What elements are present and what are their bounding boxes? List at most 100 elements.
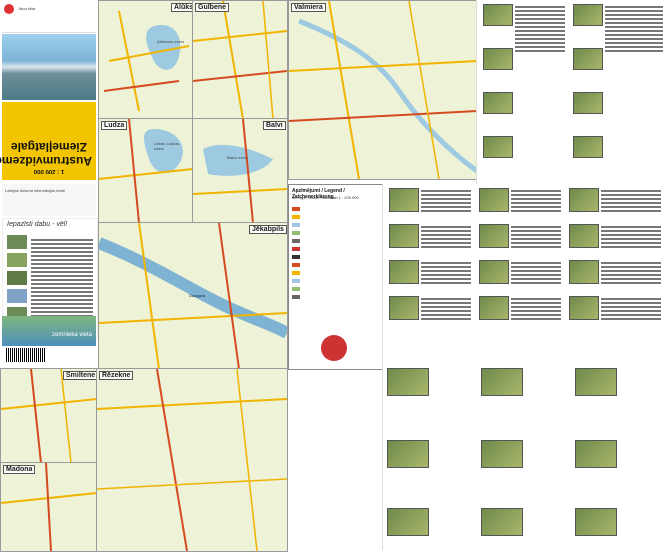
legend-row [292, 269, 380, 277]
text-block-8 [511, 296, 561, 322]
cover-side-info: Latvijas tūrisma informācijas karte [2, 184, 96, 216]
legend-row [292, 229, 380, 237]
text-top-col-2 [605, 4, 663, 54]
photo-14 [481, 368, 523, 396]
legend-row [292, 277, 380, 285]
legend-logo [321, 335, 347, 361]
promo-text-block [31, 237, 93, 319]
cover-title-line1: Austrumvidzeme [0, 154, 92, 168]
cover-logo-area: Jāņa sēta [2, 2, 96, 33]
photo-1 [389, 188, 419, 212]
cover-logo-text: Jāņa sēta [18, 6, 36, 11]
city-label-rezekne: Rēzekne [99, 371, 134, 380]
map-ludza-svg [99, 119, 193, 223]
legend-panel: Apzīmējumi / Legend / Zeichenerklärung M… [288, 184, 384, 370]
map-rezekne-svg [97, 369, 287, 551]
cover-title-line2: Ziemeļlatgale [10, 140, 88, 154]
text-block-3 [421, 260, 471, 286]
cover-photo [2, 34, 96, 100]
map-aluksne: Alūksne Alūksnes ezers [98, 0, 194, 120]
map-madona-svg [1, 463, 97, 551]
text-block-2 [421, 224, 471, 250]
legend-row [292, 253, 380, 261]
photo-13 [387, 368, 429, 396]
map-balvi: Balvi Balvu ezers [192, 118, 288, 224]
title-band: Austrumvidzeme Ziemeļlatgale 1 : 200 000 [0, 102, 96, 180]
photo-4 [389, 296, 419, 320]
promo-thumb-3 [7, 271, 27, 285]
lake-label-ludza: Lielais Ludzas ezers [154, 141, 180, 151]
text-block-1 [421, 188, 471, 214]
photo-21 [575, 508, 617, 536]
city-label-aluksne: Alūksne [171, 3, 193, 12]
legend-items [292, 205, 380, 301]
text-block-6 [511, 224, 561, 250]
lake-label-aluksne: Alūksnes ezers [157, 39, 185, 44]
photo-12 [569, 296, 599, 320]
map-smiltene: Smiltene [0, 368, 98, 464]
city-label-ludza: Ludza [101, 121, 128, 130]
map-valmiera: Valmiera [288, 0, 478, 180]
photo-2 [389, 224, 419, 248]
text-block-10 [601, 224, 661, 250]
map-gulbene: Gulbene [192, 0, 288, 120]
legend-row [292, 221, 380, 229]
logo-icon [4, 4, 14, 14]
cover-title: Austrumvidzeme Ziemeļlatgale [0, 112, 92, 168]
legend-subtitle: Mērogs / Scale / Maßstab 1 : 200 000 [292, 195, 359, 200]
promo-heading: Iepazīsti dabu - vēl! [7, 221, 68, 228]
legend-row [292, 245, 380, 253]
map-valmiera-svg [289, 1, 477, 179]
photo-top-7 [573, 92, 603, 114]
photo-6 [479, 224, 509, 248]
lower-text-columns [387, 368, 665, 544]
text-block-9 [601, 188, 661, 214]
photo-top-8 [573, 136, 603, 158]
city-label-balvi: Balvi [263, 121, 286, 130]
text-block-11 [601, 260, 661, 286]
info-panel-top-right [476, 0, 669, 184]
cover-lake-photo [2, 316, 96, 346]
photo-20 [481, 508, 523, 536]
photo-10 [569, 224, 599, 248]
lower-logo: zemnieka vieta [52, 332, 93, 338]
photo-18 [575, 440, 617, 468]
legend-row [292, 205, 380, 213]
photo-16 [387, 440, 429, 468]
map-madona: Madona [0, 462, 98, 552]
photo-3 [389, 260, 419, 284]
photo-9 [569, 188, 599, 212]
map-ludza: Ludza Lielais Ludzas ezers [98, 118, 194, 224]
photo-top-6 [573, 48, 603, 70]
promo-thumb-1 [7, 235, 27, 249]
text-block-7 [511, 260, 561, 286]
city-label-madona: Madona [3, 465, 36, 474]
photo-top-2 [483, 48, 513, 70]
photo-top-5 [573, 4, 603, 26]
legend-row [292, 237, 380, 245]
map-balvi-svg [193, 119, 287, 223]
cover-scale: 1 : 200 000 [33, 168, 65, 174]
barcode [6, 348, 46, 362]
lake-label-balvi: Balvu ezers [227, 155, 248, 160]
text-block-4 [421, 296, 471, 322]
photo-11 [569, 260, 599, 284]
map-jekabpils: Jēkabpils Daugava [98, 222, 288, 370]
photo-top-3 [483, 92, 513, 114]
photo-7 [479, 260, 509, 284]
text-block-5 [511, 188, 561, 214]
photo-top-4 [483, 136, 513, 158]
legend-row [292, 293, 380, 301]
text-block-12 [601, 296, 661, 322]
city-label-valmiera: Valmiera [291, 3, 326, 12]
legend-row [292, 213, 380, 221]
promo-thumb-2 [7, 253, 27, 267]
photo-15 [575, 368, 617, 396]
map-aluksne-svg [99, 1, 193, 119]
info-panel-right [382, 184, 669, 550]
photo-19 [387, 508, 429, 536]
photo-8 [479, 296, 509, 320]
photo-17 [481, 440, 523, 468]
promo-thumb-4 [7, 289, 27, 303]
brand-text: Latvijas tūrisma informācijas karte [5, 188, 66, 193]
